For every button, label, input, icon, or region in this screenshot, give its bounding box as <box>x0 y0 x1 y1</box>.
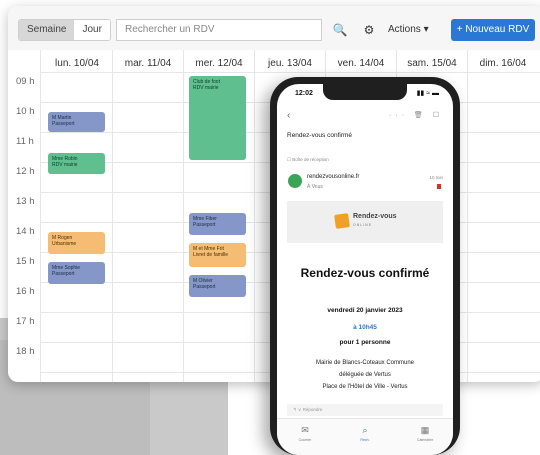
search-icon[interactable]: 🔍 <box>329 19 351 41</box>
mail-folder: ☐ Boîte de réception <box>287 157 329 162</box>
event-subtitle: Passeport <box>193 222 216 228</box>
day-header: ven. 14/04 <box>337 58 385 69</box>
rendez-vous-logo-icon <box>334 213 350 229</box>
day-header: dim. 16/04 <box>479 58 527 69</box>
event-subtitle: Passeport <box>52 271 75 277</box>
appointment-event[interactable]: Mme Robin RDV mairie <box>48 153 105 174</box>
hour-label: 15 h <box>16 256 35 267</box>
appointment-event[interactable]: M et Mme Frit Livret de famille <box>189 243 246 267</box>
address-line: Mairie de Blancs-Coteaux Commune <box>315 360 415 366</box>
nav-label: Rech. <box>360 438 370 442</box>
event-subtitle: Passeport <box>193 284 216 290</box>
mail-toolbar: ‹ ··· 🗑 ☐ <box>277 106 453 126</box>
sender-name: rendezvousonline.fr <box>307 174 360 180</box>
hour-label: 09 h <box>16 76 35 87</box>
appointment-event[interactable]: Mme Sophie Passeport <box>48 262 105 284</box>
nav-search[interactable]: ⌕ Rech. <box>345 425 385 442</box>
new-appointment-button[interactable]: + Nouveau RDV <box>451 19 535 41</box>
phone-device: 12:02 ▮▮ ≈ ▬ ‹ ··· 🗑 ☐ Rendez-vous confi… <box>270 77 460 455</box>
nav-label: Calendrier <box>416 438 434 442</box>
day-header: mar. 11/04 <box>124 58 172 69</box>
appointment-event[interactable]: M Olivier Passeport <box>189 275 246 297</box>
nav-mail[interactable]: ✉ Courrier <box>285 425 325 442</box>
event-subtitle: Urbanisme <box>52 241 77 247</box>
grid-column-line <box>254 50 255 382</box>
day-header: mer. 12/04 <box>195 58 243 69</box>
address-line: Place de l'Hôtel de Ville - Vertus <box>322 384 408 390</box>
grid-column-line <box>467 50 468 382</box>
event-subtitle: Passeport <box>52 121 75 127</box>
event-subtitle: RDV mairie <box>193 85 219 91</box>
phone-bottom-nav: ✉ Courrier ⌕ Rech. ▦ Calendrier <box>277 418 453 455</box>
appointment-event[interactable]: M Rogen Urbanisme <box>48 232 105 254</box>
nav-label: Courrier <box>298 438 312 442</box>
grid-column-line <box>112 50 113 382</box>
search-icon: ⌕ <box>362 425 368 435</box>
day-header: lun. 10/04 <box>55 58 99 69</box>
recipient-label: À Vous <box>307 184 323 190</box>
hour-label: 14 h <box>16 226 35 237</box>
back-arrow-icon[interactable]: ‹ <box>287 110 290 121</box>
view-week-button[interactable]: Semaine <box>19 20 75 40</box>
event-subtitle: RDV mairie <box>52 162 78 168</box>
appointment-event[interactable]: M Martin Passeport <box>48 112 105 132</box>
grid-column-line <box>40 50 41 382</box>
nav-calendar[interactable]: ▦ Calendrier <box>405 425 445 442</box>
day-header: jeu. 13/04 <box>268 58 312 69</box>
hour-label: 10 h <box>16 106 35 117</box>
hour-line <box>40 72 540 73</box>
hour-label: 11 h <box>16 136 34 147</box>
hour-label: 18 h <box>16 346 35 357</box>
hour-label: 17 h <box>16 316 35 327</box>
mail-subject: Rendez-vous confirmé <box>287 132 353 139</box>
sender-avatar <box>288 174 302 188</box>
mail-icon: ✉ <box>301 425 309 435</box>
flag-icon[interactable] <box>437 184 441 189</box>
mail-actions-icon[interactable]: ··· 🗑 ☐ <box>389 111 443 119</box>
appointment-people: pour 1 personne <box>339 339 391 346</box>
phone-screen: 12:02 ▮▮ ≈ ▬ ‹ ··· 🗑 ☐ Rendez-vous confi… <box>277 84 453 455</box>
calendar-icon: ▦ <box>420 425 430 435</box>
search-input[interactable]: Rechercher un RDV <box>116 19 322 41</box>
appointment-event[interactable]: Club de foot RDV mairie <box>189 76 246 160</box>
status-time: 12:02 <box>295 90 313 97</box>
day-header: sam. 15/04 <box>407 58 457 69</box>
view-day-button[interactable]: Jour <box>74 20 110 40</box>
calendar-toolbar: Semaine Jour Rechercher un RDV 🔍 ⚙ Actio… <box>8 6 540 50</box>
hour-label: 12 h <box>16 166 35 177</box>
address-line: déléguée de Vertus <box>339 372 391 378</box>
appointment-event[interactable]: Mme Fiber Passeport <box>189 213 246 235</box>
hour-label: 16 h <box>16 286 35 297</box>
reply-button[interactable]: ↰ ∨ Répondre <box>287 404 443 416</box>
hour-label: 13 h <box>16 196 35 207</box>
logo-text: Rendez-vous <box>353 213 397 220</box>
view-switcher: Semaine Jour <box>18 19 111 41</box>
appointment-date: vendredi 20 janvier 2023 <box>327 307 403 314</box>
grid-column-line <box>183 50 184 382</box>
logo-subtext: ONLINE <box>353 223 373 227</box>
gear-icon[interactable]: ⚙ <box>358 19 380 41</box>
confirmation-title: Rendez-vous confirmé <box>300 266 430 280</box>
sent-time: 10 min <box>429 175 443 180</box>
signal-battery-icon: ▮▮ ≈ ▬ <box>416 90 439 97</box>
mail-banner: Rendez-vous ONLINE <box>287 201 443 243</box>
phone-notch <box>323 84 407 100</box>
event-subtitle: Livret de famille <box>193 252 229 258</box>
appointment-time: à 10h45 <box>353 324 377 331</box>
actions-menu-button[interactable]: Actions ▾ <box>388 19 429 41</box>
